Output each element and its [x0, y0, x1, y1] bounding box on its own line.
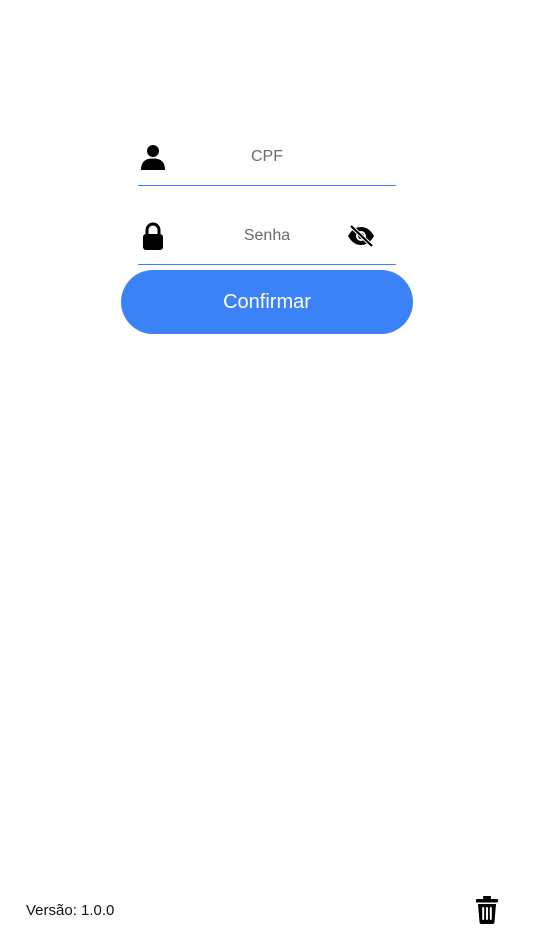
user-icon: [140, 144, 166, 170]
cpf-field: [138, 140, 396, 186]
trash-icon[interactable]: [475, 896, 499, 924]
lock-icon: [140, 222, 166, 250]
cpf-input[interactable]: [178, 142, 356, 172]
senha-field: [138, 219, 396, 265]
senha-input[interactable]: [178, 221, 356, 251]
confirm-button[interactable]: Confirmar: [121, 270, 413, 334]
version-label: Versão: 1.0.0: [26, 902, 115, 919]
eye-slash-icon[interactable]: [346, 223, 376, 249]
